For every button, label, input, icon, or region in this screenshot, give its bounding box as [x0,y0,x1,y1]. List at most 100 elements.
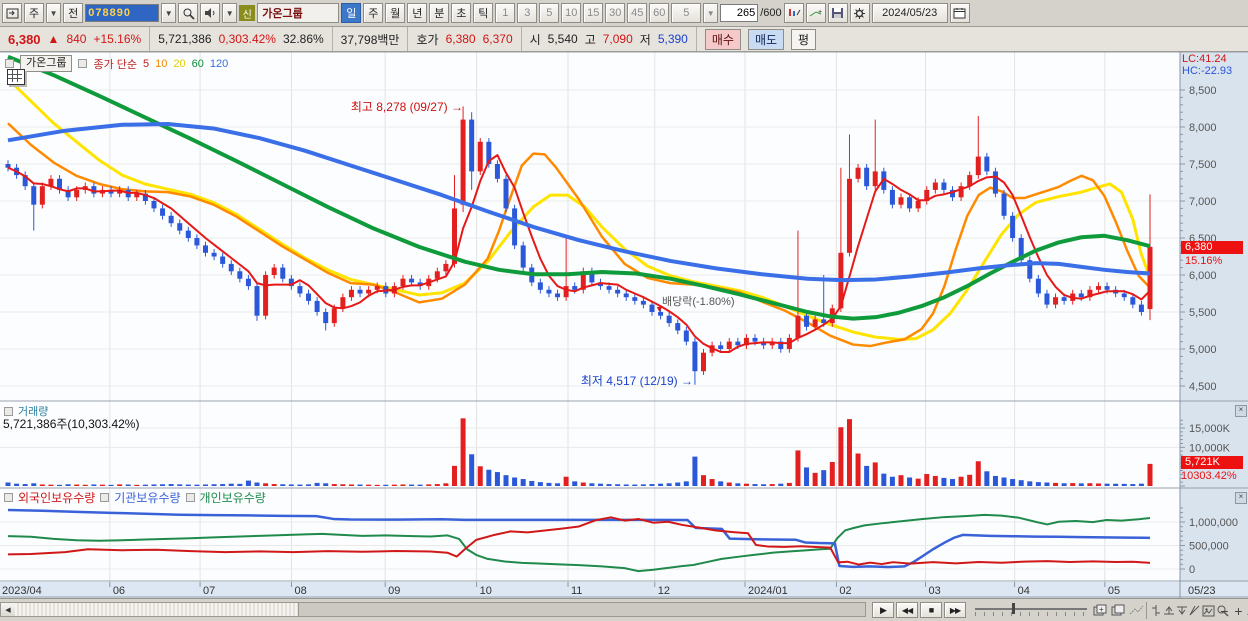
candle-body [632,297,638,301]
volume-bar [864,465,870,486]
speaker-dropdown-arrow-icon[interactable]: ▼ [222,3,238,23]
candle-body [263,275,269,316]
avg-button[interactable]: 평 [791,28,817,50]
volume-bar [288,484,294,486]
data-table-icon[interactable] [7,69,25,85]
scroll-left-arrow-icon[interactable]: ◀ [1,603,16,616]
volume-bar [348,484,354,486]
chart-hscrollbar[interactable]: ◀ [0,602,866,617]
legend-marker-icon[interactable] [100,493,110,502]
volume-bar [168,484,174,486]
volume-bar [185,484,191,486]
minute-select[interactable]: 5 [671,3,702,23]
candle-body [718,345,724,349]
buy-button[interactable]: 매수 [704,28,741,50]
timeframe-year-button[interactable]: 년 [407,3,428,23]
volume-bar [254,482,260,486]
timeframe-second-button[interactable]: 초 [451,3,472,23]
rewind-button[interactable]: ◀◀ [896,602,918,618]
stop-button[interactable]: ■ [920,602,942,618]
candle-body [1104,286,1110,290]
candle-body [194,238,200,246]
compare-chart-icon[interactable] [783,3,804,23]
legend-marker-icon[interactable] [185,493,195,502]
minute-60-button[interactable]: 60 [649,3,670,23]
timeframe-day-button[interactable]: 일 [341,3,362,23]
candle-body [992,171,998,194]
speaker-icon[interactable] [200,3,221,23]
candle-body [374,286,380,290]
search-icon[interactable] [178,3,199,23]
add-window-icon[interactable]: + [1092,603,1109,618]
minute-30-button[interactable]: 30 [605,3,626,23]
legend-marker-icon[interactable] [4,493,13,502]
legend-marker-icon[interactable] [78,59,88,68]
sell-button[interactable]: 매도 [747,28,785,50]
volume-bar [340,484,346,486]
volume-bar [743,483,749,486]
timeframe-week-button[interactable]: 주 [363,3,384,23]
timeframe-month-button[interactable]: 월 [385,3,406,23]
minute-45-button[interactable]: 45 [627,3,648,23]
prev-stock-button[interactable]: 전 [63,3,84,23]
candle-body [572,286,578,290]
code-dropdown-arrow-icon[interactable]: ▼ [161,3,177,23]
timeframe-tick-button[interactable]: 틱 [473,3,494,23]
ownership-panel-close-icon[interactable]: × [1235,492,1247,504]
trendline-tool-icon[interactable]: + [805,3,826,23]
minute-1-button[interactable]: 1 [495,3,516,23]
chart-canvas[interactable]: 8,5008,0007,5007,0006,5006,0005,5005,000… [0,52,1248,598]
volume-bar [117,484,123,486]
legend-marker-icon[interactable] [5,59,14,68]
volume-bar [829,462,835,486]
trend-tool-icon[interactable] [1128,603,1145,618]
chart-type-slope-icon[interactable] [1188,603,1201,618]
window-toggle-icon[interactable] [2,3,22,23]
minute-15-button[interactable]: 15 [583,3,604,23]
foreigner-holdings-label: 외국인보유수량 [18,491,96,505]
bar-count-input[interactable] [720,4,759,22]
candle-body [297,286,303,294]
volume-bar [615,484,621,486]
chart-type-valley-icon[interactable] [1175,603,1188,618]
minute-select-arrow-icon[interactable]: ▼ [703,3,719,23]
volume-bar [675,482,681,486]
candle-body [331,308,337,324]
chart-type-bar-icon[interactable] [1149,603,1162,618]
timeframe-minute-button[interactable]: 분 [429,3,450,23]
period-dropdown[interactable]: 주 [24,3,45,23]
period-dropdown-arrow-icon[interactable]: ▼ [46,3,62,23]
minute-10-button[interactable]: 10 [561,3,582,23]
volume-bar [924,474,930,486]
minute-5-button[interactable]: 5 [539,3,560,23]
stock-name[interactable]: 가온그룹 [257,3,340,23]
volume-bar [477,466,483,486]
speed-slider-track[interactable] [975,608,1087,610]
calendar-icon[interactable] [949,3,970,23]
end-date-label: 05/23 [1188,585,1216,597]
main-toolbar: 주 ▼ 전 ▼ ▼ 신 가온그룹 일 주 월 년 분 초 틱 1 3 5 10 … [0,0,1248,27]
scrollbar-thumb[interactable] [15,603,299,616]
volume-panel-close-icon[interactable]: × [1235,405,1247,417]
save-icon[interactable] [827,3,848,23]
fast-forward-button[interactable]: ▶▶ [944,602,966,618]
snapshot-image-icon[interactable] [1201,603,1215,618]
volume-bar [125,484,131,486]
candle-body [872,171,878,187]
chart-type-peak-icon[interactable] [1162,603,1175,618]
cascade-windows-icon[interactable] [1110,603,1127,618]
chart-date-field[interactable]: 2024/05/23 [871,3,948,23]
candle-body [340,297,346,309]
play-button[interactable]: ▶ [872,602,894,618]
legend-stock-name[interactable]: 가온그룹 [20,55,73,72]
candle-body [1138,304,1144,312]
candle-body [74,189,80,198]
volume-bar [1113,483,1119,486]
legend-ma5: 5 [143,57,150,70]
minute-3-button[interactable]: 3 [517,3,538,23]
speed-slider-thumb[interactable] [1012,603,1015,614]
volume-bar [1010,479,1016,486]
settings-gear-icon[interactable] [849,3,870,23]
stock-code-input[interactable] [85,4,160,22]
annotation-text-tool[interactable]: A [1243,603,1248,618]
